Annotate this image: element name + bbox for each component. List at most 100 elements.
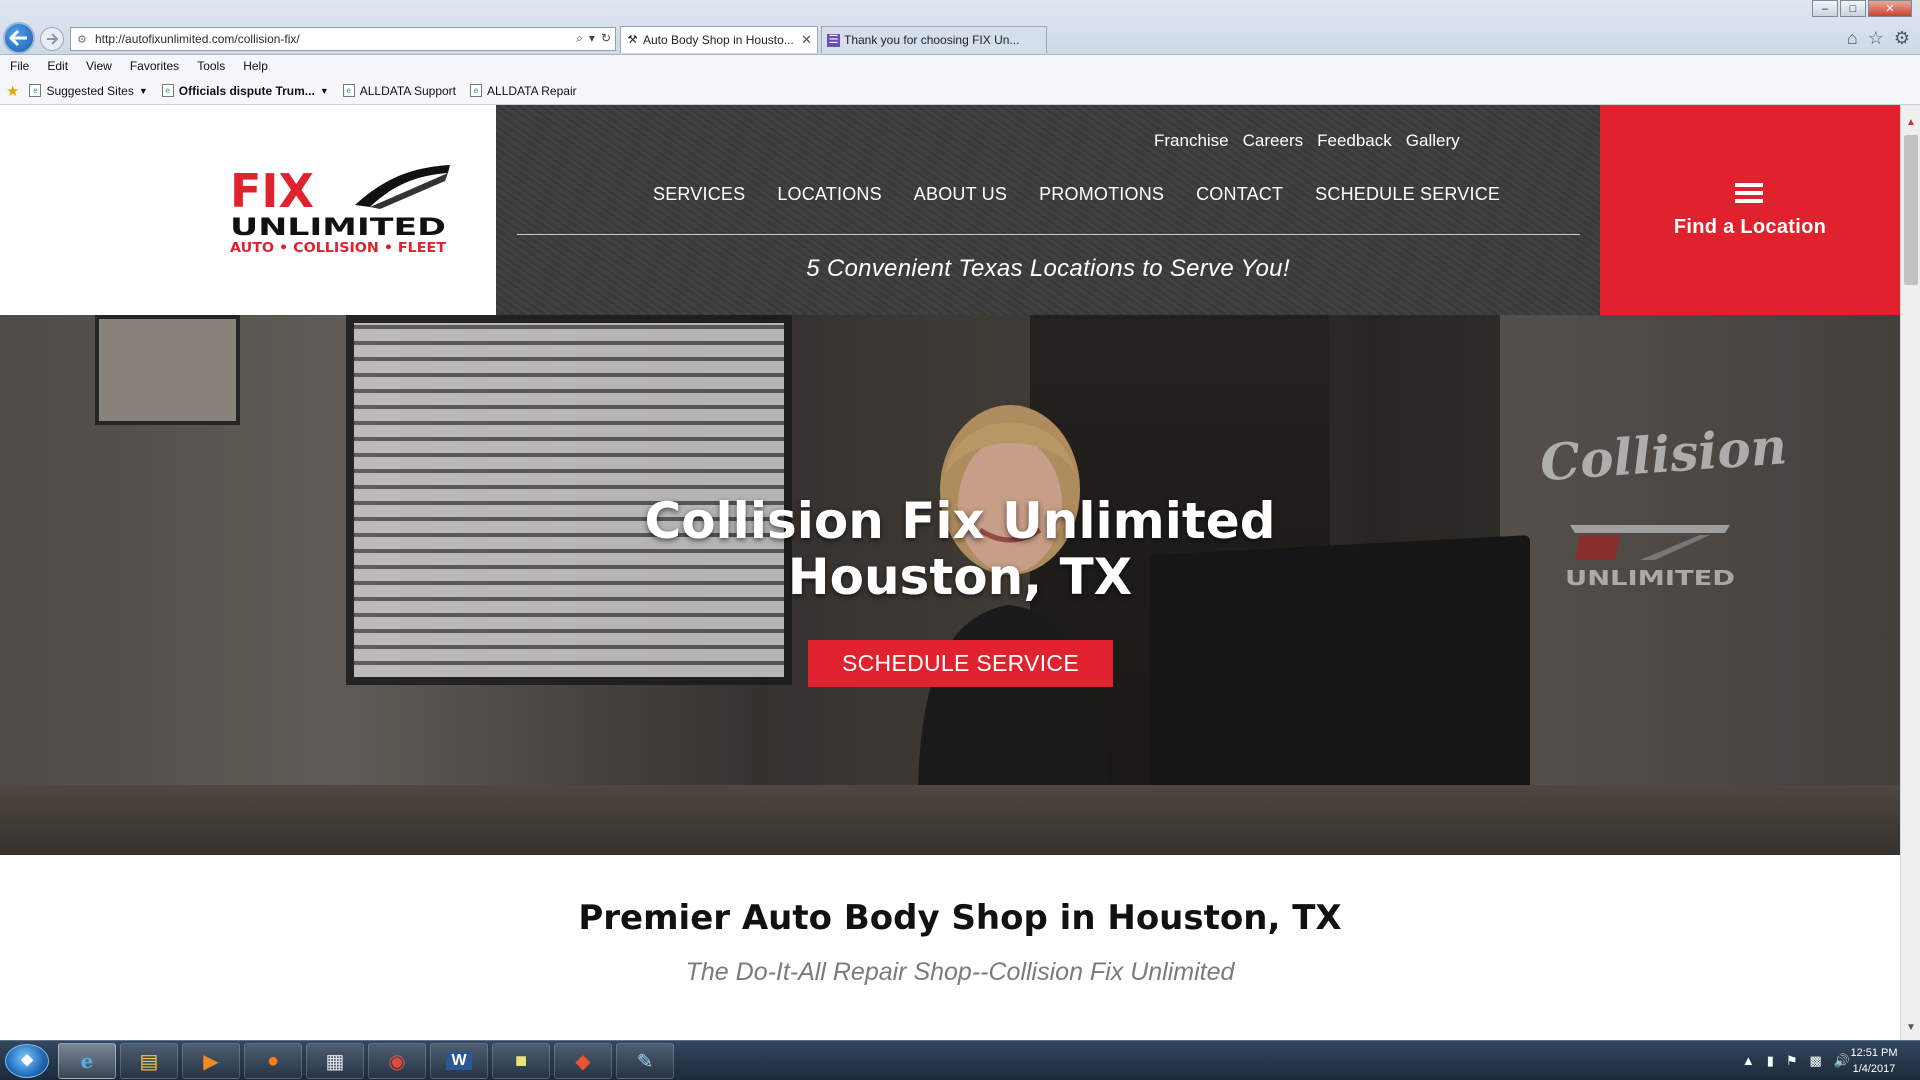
logo-area: FIX UNLIMITED AUTO • COLLISION • FLEET [0,105,496,315]
menu-view[interactable]: View [86,59,112,73]
menu-bar: File Edit View Favorites Tools Help [0,55,1920,77]
vertical-scrollbar[interactable]: ▲ ▼ [1900,105,1920,1040]
address-text: http://autofixunlimited.com/collision-fi… [95,32,300,46]
favorites-star-icon[interactable]: ★ [6,82,19,100]
hero-title-line-1: Collision Fix Unlimited [644,492,1276,550]
logo-brand: FIX [230,165,314,218]
nav-careers[interactable]: Careers [1243,131,1303,151]
taskbar-explorer[interactable]: ▤ [120,1043,178,1079]
site-header: Franchise Careers Feedback Gallery SERVI… [496,105,1600,315]
scroll-thumb[interactable] [1904,135,1918,285]
page-icon: ☰ [827,34,840,47]
taskbar-chrome[interactable]: ◉ [368,1043,426,1079]
taskbar-media-player[interactable]: ▶ [182,1043,240,1079]
show-hidden-icons-icon[interactable]: ▲ [1742,1053,1755,1069]
search-icon[interactable]: ⌕ [576,31,583,46]
internet-explorer-icon: e [80,1049,94,1073]
hamburger-menu-icon [1735,183,1763,203]
page-title: Premier Auto Body Shop in Houston, TX [578,898,1342,938]
browser-titlebar: ⚙ http://autofixunlimited.com/collision-… [0,0,1920,55]
network-icon[interactable]: ▮ [1767,1053,1774,1069]
dropdown-icon[interactable]: ▾ [589,31,595,46]
page-icon: ⚙ [77,34,87,46]
minimize-button[interactable]: – [1812,0,1838,17]
home-icon[interactable]: ⌂ [1847,28,1858,49]
menu-help[interactable]: Help [243,59,268,73]
fav-officials-dispute[interactable]: e Officials dispute Trum... ▼ [161,84,329,98]
close-tab-icon[interactable]: ✕ [801,32,812,48]
paint-icon: ✎ [636,1050,654,1073]
page-icon: e [342,84,355,97]
windows-logo-icon: ❖ [19,1053,35,1070]
menu-favorites[interactable]: Favorites [130,59,179,73]
nav-promotions[interactable]: PROMOTIONS [1039,184,1164,205]
nav-feedback[interactable]: Feedback [1317,131,1392,151]
fav-suggested-sites[interactable]: e Suggested Sites ▼ [29,84,148,98]
close-window-button[interactable]: ✕ [1868,0,1912,17]
favorites-star-icon[interactable]: ☆ [1868,28,1884,49]
menu-file[interactable]: File [10,59,29,73]
chevron-down-icon: ▼ [319,85,329,96]
main-nav: SERVICES LOCATIONS ABOUT US PROMOTIONS C… [653,184,1500,205]
taskbar-sticky-notes[interactable]: ■ [492,1043,550,1079]
taskbar-git[interactable]: ◆ [554,1043,612,1079]
menu-edit[interactable]: Edit [47,59,68,73]
taskbar-firefox[interactable]: ● [244,1043,302,1079]
sticky-notes-icon: ■ [514,1049,528,1072]
logo-tagline: AUTO • COLLISION • FLEET [230,241,446,256]
scroll-down-icon[interactable]: ▼ [1901,1019,1920,1037]
flag-icon[interactable]: ⚑ [1786,1053,1798,1069]
windows-taskbar: ❖ e ▤ ▶ ● ▦ ◉ W ■ ◆ ✎ ▲ ▮ ⚑ ▩ 🔊 12:51 PM… [0,1040,1920,1080]
back-arrow-icon [9,29,27,47]
divider [517,234,1580,235]
system-tray: ▲ ▮ ⚑ ▩ 🔊 [1742,1053,1850,1069]
address-bar[interactable]: ⚙ http://autofixunlimited.com/collision-… [70,27,616,51]
forward-arrow-icon [47,33,58,45]
logo-name: UNLIMITED [230,213,446,241]
fix-unlimited-logo[interactable]: FIX UNLIMITED AUTO • COLLISION • FLEET [230,165,450,260]
page-icon: e [161,84,174,97]
fav-alldata-repair[interactable]: e ALLDATA Repair [470,84,577,98]
hero-banner: Collision UNLIMITED Collision Fix Unlimi… [0,315,1900,855]
back-button[interactable] [3,22,35,54]
menu-tools[interactable]: Tools [197,59,225,73]
scroll-up-icon[interactable]: ▲ [1901,114,1920,132]
nav-gallery[interactable]: Gallery [1406,131,1460,151]
hero-title: Collision Fix Unlimited Houston, TX [0,493,1900,605]
schedule-service-button[interactable]: SCHEDULE SERVICE [808,640,1113,687]
git-icon: ◆ [575,1050,591,1073]
fav-alldata-support[interactable]: e ALLDATA Support [342,84,456,98]
restore-button[interactable]: □ [1840,0,1866,17]
nav-locations[interactable]: LOCATIONS [777,184,881,205]
page-icon: e [470,84,483,97]
tab-thank-you[interactable]: ☰ Thank you for choosing FIX Un... [821,26,1047,53]
nav-about-us[interactable]: ABOUT US [914,184,1007,205]
chrome-icon: ◉ [388,1050,406,1073]
taskbar-internet-explorer[interactable]: e [58,1043,116,1079]
start-button[interactable]: ❖ [5,1044,49,1078]
nav-services[interactable]: SERVICES [653,184,745,205]
find-location-label: Find a Location [1673,216,1827,238]
nav-contact[interactable]: CONTACT [1196,184,1283,205]
page-icon: e [29,84,42,97]
refresh-icon[interactable]: ↻ [601,31,611,46]
folder-icon: ▤ [139,1050,159,1073]
display-icon[interactable]: ▩ [1810,1053,1822,1069]
taskbar-calculator[interactable]: ▦ [306,1043,364,1079]
nav-franchise[interactable]: Franchise [1154,131,1229,151]
browser-toolbar-icons: ⌂ ☆ ⚙ [1847,28,1910,49]
taskbar-word[interactable]: W [430,1043,488,1079]
clock-time: 12:51 PM [1850,1047,1898,1059]
wrench-icon: ⚒ [627,34,638,46]
gear-icon[interactable]: ⚙ [1894,28,1910,49]
page-subtitle: The Do-It-All Repair Shop--Collision Fix… [685,958,1235,986]
find-location-button[interactable]: Find a Location [1600,105,1900,315]
favorites-bar: ★ e Suggested Sites ▼ e Officials disput… [0,77,1920,105]
nav-schedule-service[interactable]: SCHEDULE SERVICE [1315,184,1500,205]
tab-auto-body-shop[interactable]: ⚒ Auto Body Shop in Housto... ✕ [620,26,818,53]
system-clock[interactable]: 12:51 PM 1/4/2017 [1844,1045,1904,1077]
forward-button[interactable] [40,27,64,51]
taskbar-paint[interactable]: ✎ [616,1043,674,1079]
hero-title-line-2: Houston, TX [787,548,1133,606]
media-player-icon: ▶ [203,1050,219,1073]
